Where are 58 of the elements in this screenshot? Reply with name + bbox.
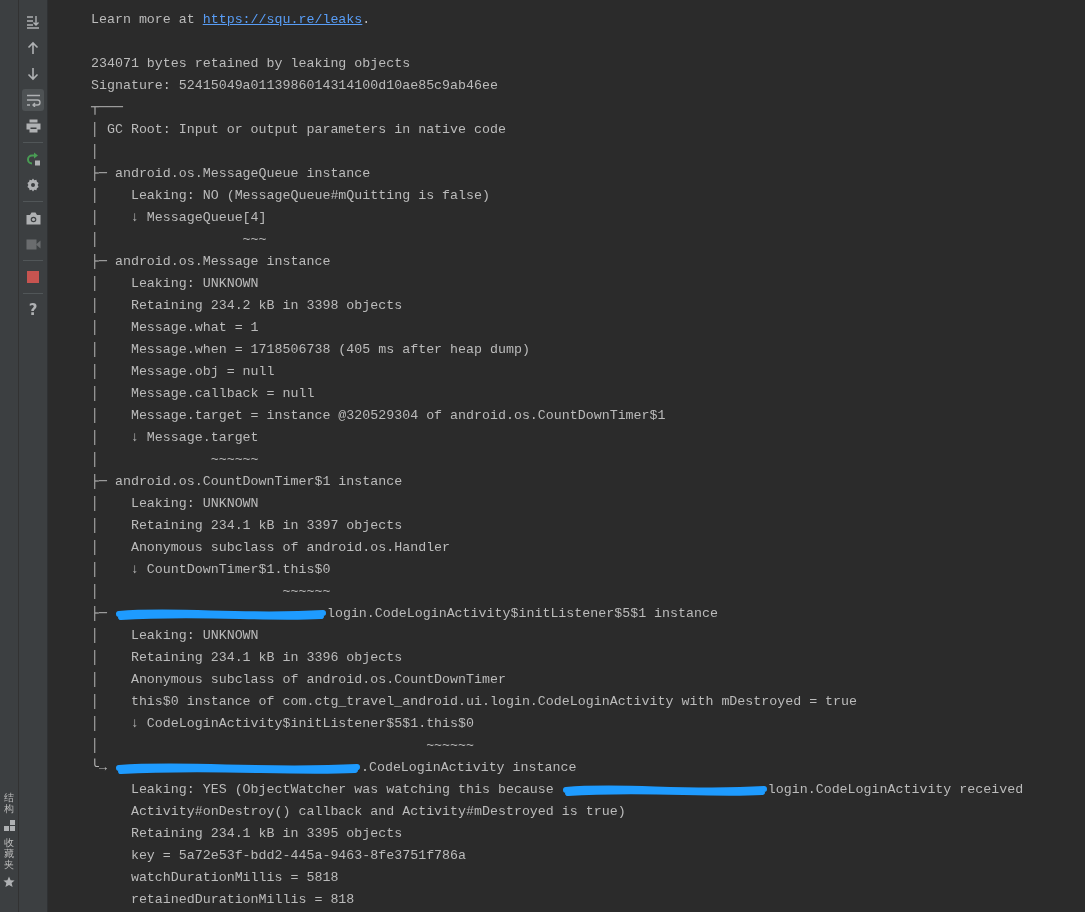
console-line: │ ↓ MessageQueue[4] xyxy=(91,209,267,227)
tool-window-tab[interactable]: 收藏夹 xyxy=(4,837,14,870)
console-line: │ Anonymous subclass of android.os.Handler xyxy=(91,539,451,557)
help-icon[interactable]: ? xyxy=(28,301,38,319)
console-line: login.CodeLoginActivity$initListener$5$1 instance xyxy=(326,605,718,623)
console-line: │ xyxy=(91,143,99,161)
console-line: ┬─── xyxy=(91,99,123,117)
console-line: │ ~~~~~~ xyxy=(91,583,331,601)
console-line: retainedDurationMillis = 818 xyxy=(129,891,355,909)
console-line: │ ~~~ xyxy=(91,231,267,249)
console-line: │ Leaking: UNKNOWN xyxy=(91,275,259,293)
soft-wrap-icon xyxy=(25,93,41,107)
down-arrow-icon[interactable] xyxy=(27,67,39,81)
console-line: │ Message.obj = null xyxy=(91,363,275,381)
console-line: │ Retaining 234.2 kB in 3398 objects xyxy=(91,297,403,315)
console-line: │ Retaining 234.1 kB in 3397 objects xyxy=(91,517,403,535)
link[interactable]: https://squ.re/leaks xyxy=(202,12,363,27)
soft-wrap-toggle[interactable] xyxy=(22,89,44,111)
console-line: Signature: 52415049a0113986014314100d10ae85c9ab46ee xyxy=(91,77,498,95)
console-line: 234071 bytes retained by leaking objects xyxy=(91,55,411,73)
console-line: Activity#onDestroy() callback and Activity#mDestroyed is true) xyxy=(129,803,626,821)
console-line: │ ~~~~~~ xyxy=(91,737,474,755)
console-line: │ Message.what = 1 xyxy=(91,319,259,337)
console-line: .CodeLoginActivity instance xyxy=(360,759,577,777)
camera-icon[interactable] xyxy=(25,211,41,225)
console-line: │ Retaining 234.1 kB in 3396 objects xyxy=(91,649,403,667)
console-line: │ GC Root: Input or output parameters in native code xyxy=(91,121,506,139)
settings-icon[interactable] xyxy=(26,178,40,192)
console-line: login.CodeLoginActivity received xyxy=(767,781,1024,799)
console-line: │ Leaking: NO (MessageQueue#mQuitting is false) xyxy=(91,187,490,205)
console-line: │ ↓ CountDownTimer$1.this$0 xyxy=(91,561,331,579)
structure-icon xyxy=(3,820,15,831)
console-line: │ Leaking: UNKNOWN xyxy=(91,627,259,645)
star-icon xyxy=(3,876,15,888)
console-line: key = 5a72e53f-bdd2-445a-9463-8fe3751f786a xyxy=(129,847,467,865)
console-line: ╰→ xyxy=(91,757,108,777)
console-line: │ Message.callback = null xyxy=(91,385,315,403)
console-line: Leaking: YES (ObjectWatcher was watching this because xyxy=(129,781,555,799)
console-line: │ Anonymous subclass of android.os.CountDownTimer xyxy=(91,671,506,689)
console-line: ├─ android.os.Message instance xyxy=(91,253,331,271)
console-line: watchDurationMillis = 5818 xyxy=(129,869,339,887)
up-arrow-icon[interactable] xyxy=(27,41,39,55)
console-line: │ Message.when = 1718506738 (405 ms after heap dump) xyxy=(91,341,530,359)
console-line: ├─ xyxy=(91,605,108,623)
console-line: │ ~~~~~~ xyxy=(91,451,259,469)
console-line: │ Message.target = instance @320529304 of android.os.CountDownTimer$1 xyxy=(91,407,666,425)
console-line: │ Leaking: UNKNOWN xyxy=(91,495,259,513)
rerun-icon[interactable] xyxy=(25,152,41,166)
printer-icon[interactable] xyxy=(25,119,41,133)
console-line: │ ↓ Message.target xyxy=(91,429,259,447)
scroll-to-end-icon[interactable] xyxy=(26,15,40,29)
console-line: Learn more at https://squ.re/leaks. xyxy=(91,11,371,29)
tool-window-tab[interactable]: 结构 xyxy=(4,792,14,814)
console-line: ├─ android.os.MessageQueue instance xyxy=(91,165,371,183)
console-line: ├─ android.os.CountDownTimer$1 instance xyxy=(91,473,403,491)
console-line: │ this$0 instance of com.ctg_travel_android.ui.login.CodeLoginActivity with mDestroyed = true xyxy=(91,693,858,711)
console-line: Retaining 234.1 kB in 3395 objects xyxy=(129,825,403,843)
console-line: │ ↓ CodeLoginActivity$initListener$5$1.this$0 xyxy=(91,715,474,733)
